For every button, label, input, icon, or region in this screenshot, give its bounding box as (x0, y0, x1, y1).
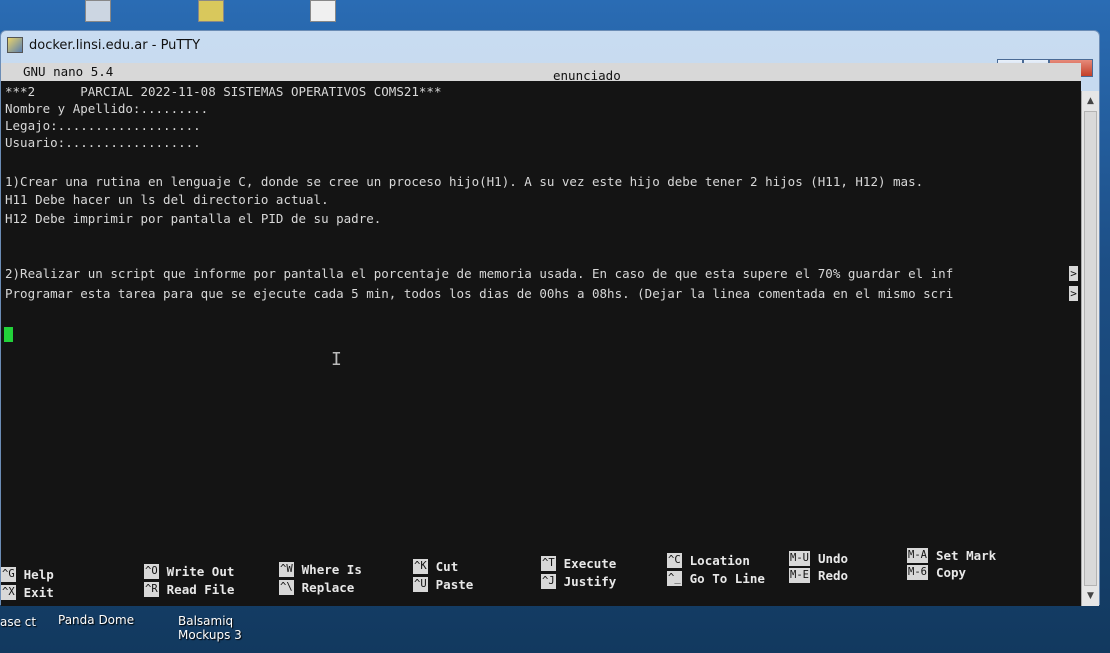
shortcut-justify[interactable]: ^J Justify (541, 573, 616, 591)
shortcut-key: ^J (541, 574, 556, 590)
desktop-shortcut-icon[interactable] (198, 0, 224, 22)
shortcut-execute[interactable]: ^T Execute (541, 555, 616, 573)
shortcut-label: Paste (435, 577, 474, 592)
shortcut-go-to-line[interactable]: ^_ Go To Line (667, 570, 765, 588)
document-line: Programar esta tarea para que se ejecute… (5, 286, 954, 301)
scrollbar-thumb[interactable] (1084, 111, 1097, 586)
desktop-label-partial[interactable]: ase ct (0, 615, 36, 629)
document-line: 1)Crear una rutina en lenguaje C, donde … (5, 174, 924, 189)
putty-icon (7, 37, 23, 53)
shortcut-key: M-A (907, 548, 928, 564)
shortcut-help[interactable]: ^G Help (1, 566, 54, 584)
scroll-down-icon[interactable]: ▼ (1082, 588, 1099, 604)
document-line: 2)Realizar un script que informe por pan… (5, 266, 954, 281)
shortcut-key: ^K (413, 559, 428, 575)
shortcut-key: ^\ (279, 580, 294, 596)
shortcut-cut[interactable]: ^K Cut (413, 558, 458, 576)
shortcut-label: Location (689, 553, 750, 568)
shortcut-redo[interactable]: M-E Redo (789, 567, 848, 585)
shortcut-key: M-E (789, 568, 810, 584)
document-line: H12 Debe imprimir por pantalla el PID de… (5, 211, 382, 226)
shortcut-label: Replace (301, 580, 355, 595)
shortcut-label: Go To Line (689, 571, 765, 586)
desktop-shortcut-icon[interactable] (310, 0, 336, 22)
nano-version: GNU nano 5.4 (23, 64, 114, 79)
shortcut-copy[interactable]: M-6 Copy (907, 564, 966, 582)
shortcut-label: Justify (563, 574, 617, 589)
shortcut-key: ^R (144, 582, 159, 598)
shortcut-key: M-6 (907, 565, 928, 581)
ibeam-cursor-icon: I (331, 349, 342, 370)
terminal-area[interactable]: GNU nano 5.4 enunciado ***2 PARCIAL 2022… (1, 63, 1081, 606)
document-line: ***2 PARCIAL 2022-11-08 SISTEMAS OPERATI… (5, 84, 442, 99)
shortcut-label: Set Mark (935, 548, 997, 563)
shortcut-key: ^G (1, 567, 16, 583)
window-titlebar[interactable]: docker.linsi.edu.ar - PuTTY (1, 31, 1099, 59)
shortcut-undo[interactable]: M-U Undo (789, 550, 848, 568)
shortcut-key: ^X (1, 585, 16, 601)
shortcut-read-file[interactable]: ^R Read File (144, 581, 234, 599)
shortcut-key: ^U (413, 577, 428, 593)
scroll-up-icon[interactable]: ▲ (1082, 93, 1099, 109)
shortcut-replace[interactable]: ^\ Replace (279, 579, 354, 597)
shortcut-key: ^W (279, 562, 294, 578)
shortcut-label: Exit (23, 585, 54, 600)
shortcut-location[interactable]: ^C Location (667, 552, 750, 570)
desktop-label-panda-dome[interactable]: Panda Dome (58, 613, 134, 627)
shortcut-label: Undo (817, 551, 849, 566)
nano-title-bar: GNU nano 5.4 enunciado (1, 63, 1081, 83)
document-line: Usuario:.................. (5, 135, 201, 150)
text-cursor (4, 327, 13, 342)
shortcut-label: Help (23, 567, 54, 582)
window-title: docker.linsi.edu.ar - PuTTY (29, 37, 201, 53)
document-line: Nombre y Apellido:......... (5, 101, 209, 116)
shortcut-key: ^O (144, 564, 159, 580)
line-overflow-indicator: > (1069, 266, 1078, 281)
shortcut-label: Read File (166, 582, 235, 597)
shortcut-label: Cut (435, 559, 459, 574)
shortcut-key: ^C (667, 553, 682, 569)
shortcut-key: ^T (541, 556, 556, 572)
shortcut-label: Redo (817, 568, 849, 583)
putty-window: docker.linsi.edu.ar - PuTTY – □ X GNU na… (0, 30, 1100, 606)
desktop-shortcut-icon[interactable] (85, 0, 111, 22)
shortcut-where-is[interactable]: ^W Where Is (279, 561, 362, 579)
document-line: H11 Debe hacer un ls del directorio actu… (5, 192, 329, 207)
shortcut-label: Execute (563, 556, 617, 571)
shortcut-write-out[interactable]: ^O Write Out (144, 563, 234, 581)
desktop-label-balsamiq[interactable]: Balsamiq Mockups 3 (178, 614, 242, 642)
shortcut-set-mark[interactable]: M-A Set Mark (907, 547, 996, 565)
shortcut-exit[interactable]: ^X Exit (1, 584, 54, 602)
vertical-scrollbar[interactable]: ▲ ▼ (1081, 91, 1099, 606)
nano-filename: enunciado (553, 68, 621, 83)
shortcut-label: Write Out (166, 564, 235, 579)
document-line: Legajo:................... (5, 118, 201, 133)
shortcut-key: M-U (789, 551, 810, 567)
shortcut-paste[interactable]: ^U Paste (413, 576, 473, 594)
shortcut-key: ^_ (667, 571, 682, 587)
shortcut-label: Where Is (301, 562, 362, 577)
line-overflow-indicator: > (1069, 286, 1078, 301)
shortcut-label: Copy (935, 565, 967, 580)
